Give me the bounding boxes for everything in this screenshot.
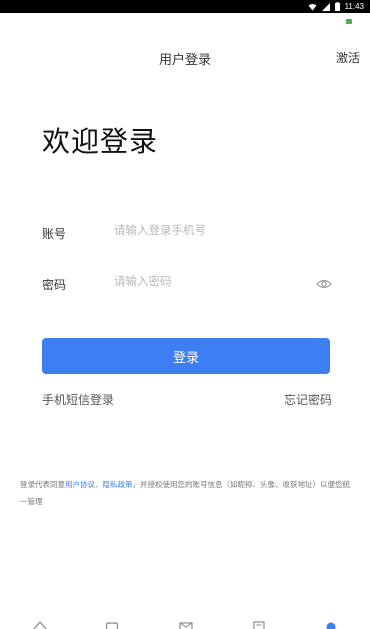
- login-button[interactable]: 登录: [42, 338, 330, 374]
- account-label: 账号: [42, 227, 67, 241]
- forgot-password-link[interactable]: 忘记密码: [284, 391, 332, 408]
- square-icon[interactable]: [105, 621, 119, 629]
- signal-icon: [321, 2, 330, 11]
- activate-button[interactable]: 激活: [336, 49, 360, 66]
- privacy-policy-link[interactable]: 隐私政策: [103, 480, 133, 489]
- agreement-prefix: 登录代表同意: [20, 480, 65, 489]
- notification-icon: [346, 19, 352, 24]
- password-label: 密码: [42, 278, 67, 292]
- mail-icon[interactable]: [179, 621, 193, 629]
- document-icon[interactable]: [252, 621, 266, 629]
- eye-icon[interactable]: [316, 278, 332, 290]
- home-icon[interactable]: [33, 621, 47, 629]
- password-input[interactable]: [114, 274, 294, 288]
- user-agreement-link[interactable]: 用户协议: [65, 480, 95, 489]
- status-bar: 11:43: [0, 0, 370, 13]
- battery-icon: [334, 2, 340, 11]
- status-time: 11:43: [344, 2, 364, 11]
- wifi-icon: [308, 3, 317, 10]
- page-title: 用户登录: [158, 53, 211, 68]
- tab-bar: [0, 617, 370, 629]
- agreement-text: 登录代表同意用户协议、隐私政策，并授权使用您的账号信息（如昵称、头像、收获地址）…: [20, 476, 356, 510]
- profile-icon[interactable]: [324, 621, 338, 629]
- agreement-separator: 、: [95, 480, 103, 489]
- account-input[interactable]: [114, 223, 294, 237]
- welcome-heading: 欢迎登录: [42, 125, 159, 158]
- sms-login-link[interactable]: 手机短信登录: [42, 391, 114, 408]
